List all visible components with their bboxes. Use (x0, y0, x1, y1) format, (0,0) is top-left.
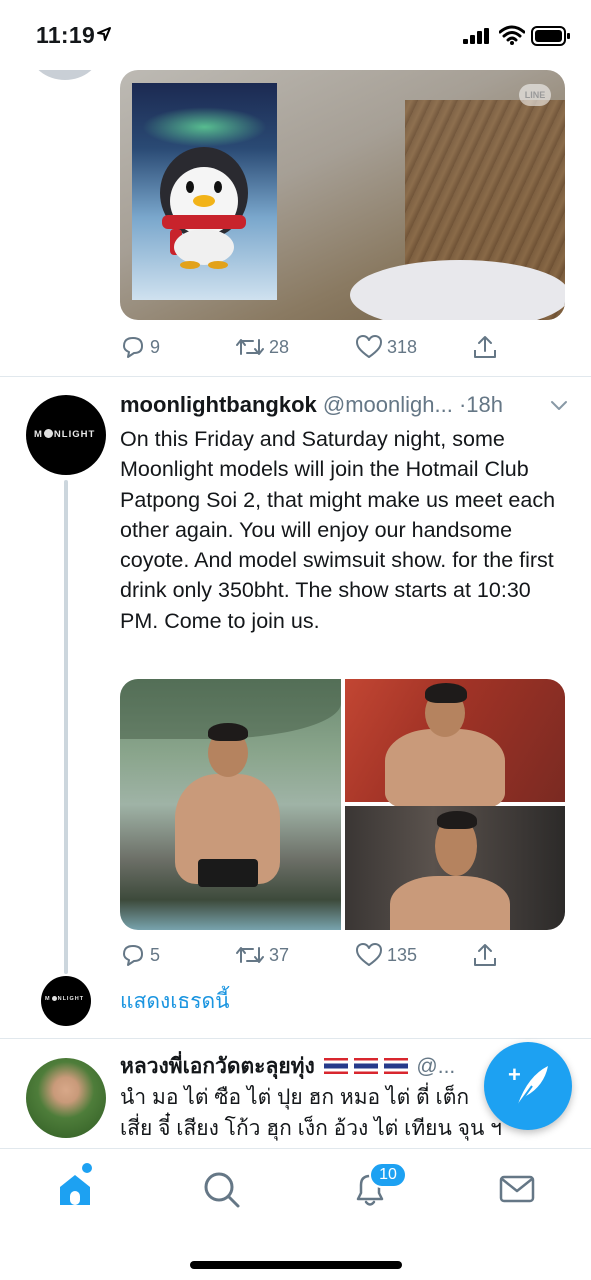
thai-flag-icon (353, 1058, 378, 1074)
retweet-count: 28 (269, 336, 290, 357)
chevron-down-icon[interactable] (550, 400, 568, 412)
like-count: 318 (387, 336, 418, 357)
mail-icon (499, 1175, 535, 1203)
tab-messages[interactable] (495, 1167, 539, 1211)
tweet-text: นำ มอ ไต่ ซือ ไต่ ปุย ฮก หมอ ไต่ ตี่ เต็… (120, 1082, 540, 1144)
reply-button[interactable]: 9 (120, 334, 160, 360)
user-handle[interactable]: @... (416, 1055, 455, 1078)
compose-tweet-button[interactable]: + (484, 1042, 572, 1130)
tweet-media-image[interactable]: LINE (120, 70, 565, 320)
like-count: 135 (387, 944, 418, 965)
tweet-text: On this Friday and Saturday night, some … (120, 427, 556, 633)
display-name[interactable]: หลวงพี่เอกวัดตะลุยทุ่ง (120, 1055, 315, 1078)
tweet-header: หลวงพี่เอกวัดตะลุยทุ่ง @... (120, 1050, 480, 1083)
notification-badge: 10 (369, 1162, 407, 1188)
reply-button[interactable]: 5 (120, 942, 160, 968)
feather-icon (515, 1066, 548, 1109)
retweet-icon (236, 947, 264, 963)
reply-count: 5 (150, 944, 161, 965)
home-indicator (190, 1261, 402, 1269)
moonlight-logo: M NLIGHT (34, 429, 96, 440)
show-thread-link[interactable]: แสดงเธรดนี้ (120, 985, 230, 1018)
tab-search[interactable] (199, 1167, 243, 1211)
tweet-timestamp: ·18h (458, 392, 504, 417)
avatar[interactable] (30, 70, 100, 80)
home-icon (60, 1175, 90, 1205)
battery-icon (531, 26, 570, 46)
retweet-count: 37 (269, 944, 290, 965)
tweet-photo[interactable] (345, 679, 565, 809)
cellular-signal-icon (463, 28, 489, 44)
status-time: 11:19 (36, 22, 96, 48)
tweet-actions: 5 37 135 (120, 940, 520, 970)
retweet-button[interactable]: 37 (235, 942, 289, 968)
bottom-tab-bar: 10 (0, 1148, 591, 1280)
retweet-icon (236, 339, 264, 355)
tweet-actions: 9 28 318 (120, 332, 520, 362)
thai-flag-icon (383, 1058, 408, 1074)
display-name[interactable]: moonlightbangkok (120, 392, 317, 417)
tweet-photo[interactable] (120, 679, 341, 930)
tweet-media-grid[interactable] (120, 679, 565, 930)
reply-icon (123, 945, 143, 966)
location-arrow-icon (97, 27, 111, 41)
moonlight-logo: M NLIGHT (45, 996, 85, 1002)
penguin-icon (160, 147, 248, 269)
tweet-text-line: เสี่ย จี๋ เสียง โก้ว ฮุก เง็ก อ้วง ไต่ เ… (120, 1117, 502, 1140)
share-icon (474, 336, 496, 358)
status-bar: 11:19 (0, 0, 591, 70)
tweet-divider (0, 1038, 591, 1039)
avatar[interactable]: M NLIGHT (26, 395, 106, 475)
heart-icon (356, 335, 382, 358)
heart-icon (356, 943, 382, 966)
tab-home[interactable] (53, 1167, 97, 1211)
search-icon (204, 1172, 240, 1208)
home-timeline[interactable]: LINE 9 28 318 M NLIGHT moonlightbangkok … (0, 70, 591, 1148)
retweet-button[interactable]: 28 (235, 334, 289, 360)
tweet-photo[interactable] (345, 806, 565, 930)
thread-connector-line (64, 480, 68, 974)
share-icon (474, 944, 496, 966)
reply-count: 9 (150, 336, 161, 357)
avatar[interactable] (26, 1058, 106, 1138)
user-handle[interactable]: @moonligh... (323, 392, 453, 417)
share-button[interactable] (472, 942, 498, 968)
line-watermark: LINE (519, 84, 551, 106)
tweet-divider (0, 376, 591, 377)
new-tweets-dot (82, 1163, 92, 1173)
wifi-icon (499, 25, 525, 45)
tweet-header: moonlightbangkok @moonligh... ·18h (120, 392, 580, 422)
like-button[interactable]: 318 (355, 334, 417, 360)
thai-flag-icon (323, 1058, 348, 1074)
avatar[interactable]: M NLIGHT (41, 976, 91, 1026)
like-button[interactable]: 135 (355, 942, 417, 968)
share-button[interactable] (472, 334, 498, 360)
tweet-text-line: นำ มอ ไต่ ซือ ไต่ ปุย ฮก หมอ ไต่ ตี่ เต็… (120, 1086, 470, 1109)
penguin-sticker-image (132, 83, 277, 300)
reply-icon (123, 337, 143, 358)
